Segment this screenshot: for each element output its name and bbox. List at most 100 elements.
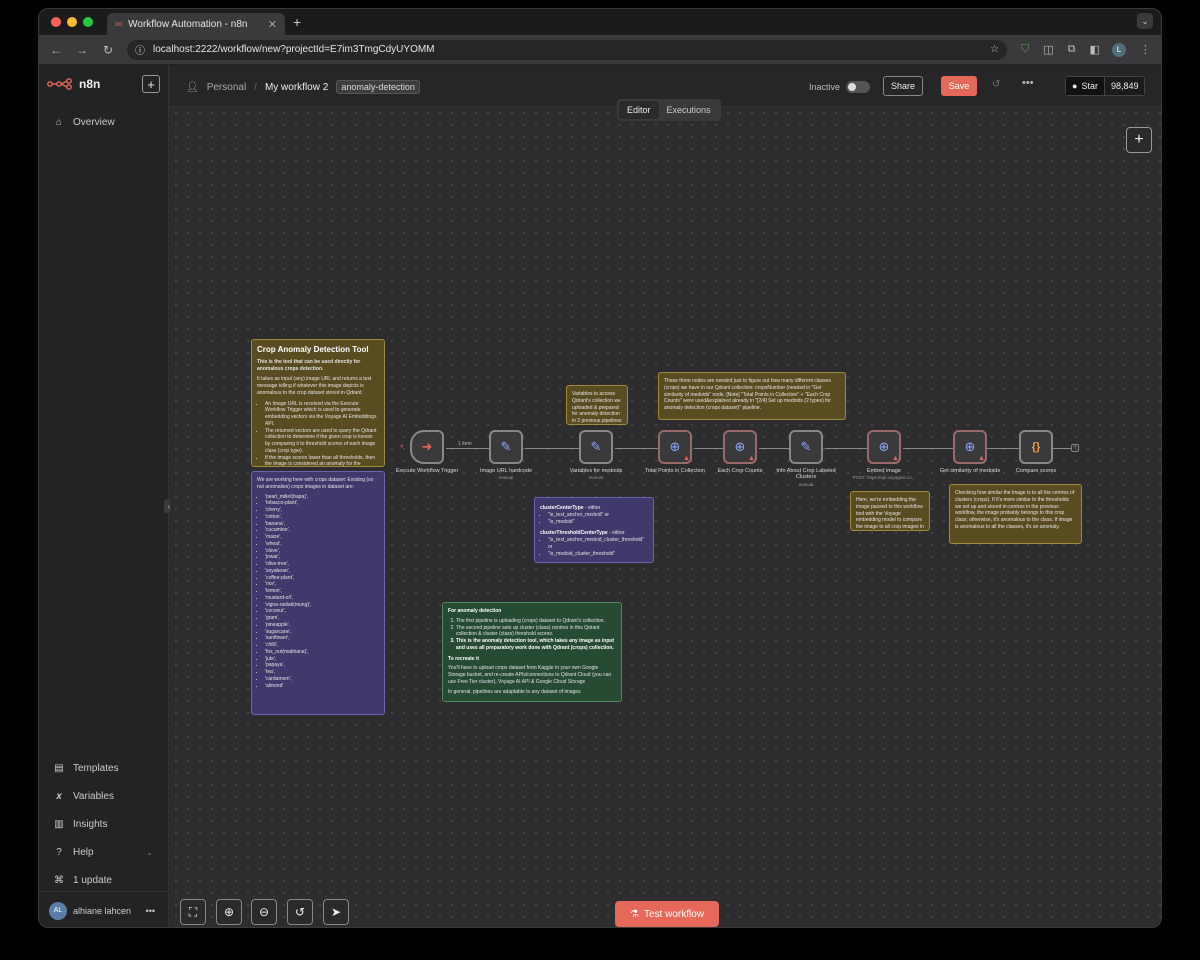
- create-button[interactable]: +: [142, 75, 160, 93]
- connection-line[interactable]: [759, 448, 793, 449]
- connection-line[interactable]: [525, 448, 583, 449]
- sidebar-item-overview[interactable]: ⌂ Overview: [53, 117, 115, 128]
- history-icon[interactable]: ↺: [992, 79, 1000, 90]
- add-node-button[interactable]: +: [1126, 127, 1152, 153]
- test-workflow-button[interactable]: ⚗︎ Test workflow: [615, 901, 719, 927]
- gift-icon: ⌘: [54, 875, 64, 886]
- sidebar-item-help[interactable]: ? Help ⌄: [53, 847, 153, 858]
- list-item: 'fox_nut(makhana)',: [265, 649, 379, 656]
- sticky-note-anomaly[interactable]: For anomaly detection The first pipeline…: [442, 602, 622, 702]
- workflow-tag[interactable]: anomaly-detection: [336, 80, 420, 94]
- tab-search-icon[interactable]: ⌄: [1137, 13, 1153, 29]
- more-options-icon[interactable]: •••: [146, 906, 155, 916]
- note-list: 'pearl_millet(bajra)','tobacco-plant','c…: [257, 494, 379, 690]
- address-bar: ← → ↻ ⓘ localhost:2222/workflow/new?proj…: [39, 35, 1161, 65]
- list-item: 'mustard-oil',: [265, 595, 379, 602]
- connection-line[interactable]: [615, 448, 662, 449]
- zoom-in-icon: ⊕: [223, 905, 235, 919]
- forward-icon[interactable]: →: [69, 43, 95, 57]
- reset-zoom-button[interactable]: ↺: [287, 899, 313, 925]
- active-toggle[interactable]: [846, 81, 871, 93]
- sticky-note-similarity[interactable]: Checking how similar the image is to all…: [949, 484, 1082, 544]
- warning-icon: ▲: [892, 455, 899, 462]
- user-name: alhiane lahcen: [73, 905, 132, 916]
- sidebar-panel-icon[interactable]: ◧: [1090, 43, 1100, 56]
- node-label: Variables for medoids: [569, 468, 623, 474]
- sticky-note-count[interactable]: These three nodes are needed just to fig…: [658, 372, 846, 420]
- node-compare-scores[interactable]: {}: [1019, 430, 1053, 464]
- warning-icon: ▲: [748, 455, 755, 462]
- list-item: 'sugarcane',: [265, 629, 379, 636]
- globe-icon: ⊕: [669, 439, 681, 454]
- github-star-label: Star: [1081, 81, 1098, 91]
- list-item: The returned vectors are used to query t…: [265, 428, 379, 455]
- sticky-note-dataset[interactable]: We are working here with crops dataset: …: [251, 471, 385, 715]
- pencil-icon: ✎: [500, 439, 512, 454]
- connection-line[interactable]: [446, 448, 493, 449]
- save-button[interactable]: Save: [941, 76, 977, 96]
- add-next-node-icon[interactable]: +: [1071, 444, 1079, 452]
- node-image-url-hardcode[interactable]: ✎: [489, 430, 523, 464]
- sticky-note-cluster-types[interactable]: clusterCenterType - either "is_text_anch…: [534, 497, 654, 563]
- node-execute-workflow-trigger[interactable]: ➜: [410, 430, 444, 464]
- node-label: Embed image: [867, 468, 901, 474]
- project-link[interactable]: Personal: [207, 82, 246, 93]
- github-star-button[interactable]: ● Star 98,849: [1065, 76, 1146, 96]
- new-tab-button[interactable]: +: [293, 14, 301, 30]
- minimize-window-button[interactable]: [67, 17, 77, 27]
- back-icon[interactable]: ←: [43, 43, 69, 57]
- help-icon: ?: [56, 847, 62, 858]
- workflow-canvas[interactable]: Editor Executions + Crop Anomaly Detecti…: [170, 99, 1161, 927]
- n8n-logo[interactable]: n8n: [47, 77, 100, 91]
- note-list: An Image URL is received via the Execute…: [257, 401, 379, 466]
- browser-tab[interactable]: ∞ Workflow Automation - n8n ✕: [107, 13, 285, 35]
- sticky-note-variables[interactable]: Variables to access Qdrant's collection …: [566, 385, 628, 425]
- node-variables-for-medoids[interactable]: ✎: [579, 430, 613, 464]
- connection-line[interactable]: [903, 448, 955, 449]
- n8n-logo-icon: [47, 78, 72, 90]
- shield-extension-icon[interactable]: ⛉: [1021, 43, 1029, 56]
- close-tab-icon[interactable]: ✕: [268, 18, 277, 31]
- reload-icon[interactable]: ↻: [95, 43, 121, 57]
- site-info-icon[interactable]: ⓘ: [135, 42, 145, 57]
- sticky-note-main[interactable]: Crop Anomaly Detection Tool This is the …: [251, 339, 385, 467]
- connection-line[interactable]: [825, 448, 871, 449]
- workflow-name[interactable]: My workflow 2: [265, 82, 328, 93]
- profile-avatar[interactable]: L: [1111, 42, 1126, 57]
- node-info-about-crop-labeled-clusters[interactable]: ✎: [789, 430, 823, 464]
- window-controls: [51, 17, 93, 27]
- list-item: 'lemon',: [265, 588, 379, 595]
- tab-executions[interactable]: Executions: [659, 101, 719, 119]
- note-subtitle: This is the tool that can be used direct…: [257, 358, 361, 372]
- bookmark-star-icon[interactable]: ☆: [990, 44, 999, 55]
- user-menu[interactable]: AL alhiane lahcen •••: [39, 891, 169, 927]
- workflow-menu-icon[interactable]: •••: [1022, 77, 1034, 89]
- person-icon: 👤︎: [186, 81, 199, 93]
- zoom-out-button[interactable]: ⊖: [251, 899, 277, 925]
- extensions-puzzle-icon[interactable]: ⧉: [1068, 43, 1076, 56]
- sidebar-item-insights[interactable]: ▥ Insights: [53, 819, 107, 830]
- sticky-note-embed[interactable]: Here, we're embedding the image passed t…: [850, 491, 930, 531]
- connection-line[interactable]: [987, 448, 1021, 449]
- note-text: Here, we're embedding the image passed t…: [856, 497, 924, 530]
- close-window-button[interactable]: [51, 17, 61, 27]
- sidebar-item-templates[interactable]: ▤ Templates: [53, 763, 118, 774]
- warning-icon: ▲: [683, 455, 690, 462]
- maximize-window-button[interactable]: [83, 17, 93, 27]
- tidy-up-button[interactable]: ➤: [323, 899, 349, 925]
- n8n-favicon-icon: ∞: [115, 18, 123, 30]
- url-field[interactable]: ⓘ localhost:2222/workflow/new?projectId=…: [127, 39, 1007, 60]
- share-button[interactable]: Share: [883, 76, 923, 96]
- breadcrumb: 👤︎ Personal / My workflow 2 anomaly-dete…: [186, 80, 420, 94]
- sidebar-item-update[interactable]: ⌘ 1 update: [53, 875, 112, 886]
- browser-menu-icon[interactable]: ⋮: [1140, 43, 1151, 56]
- sidebar-item-variables[interactable]: x Variables: [53, 791, 114, 802]
- zoom-in-button[interactable]: ⊕: [216, 899, 242, 925]
- active-toggle-group: Inactive: [809, 81, 871, 93]
- tab-editor[interactable]: Editor: [619, 101, 659, 119]
- note-heading: For anomaly detection: [448, 608, 502, 614]
- zoom-to-fit-button[interactable]: ⛶: [180, 899, 206, 925]
- list-item: 'coconut',: [265, 608, 379, 615]
- extension-icon[interactable]: ◫: [1043, 43, 1053, 56]
- connection-line[interactable]: [1053, 448, 1071, 449]
